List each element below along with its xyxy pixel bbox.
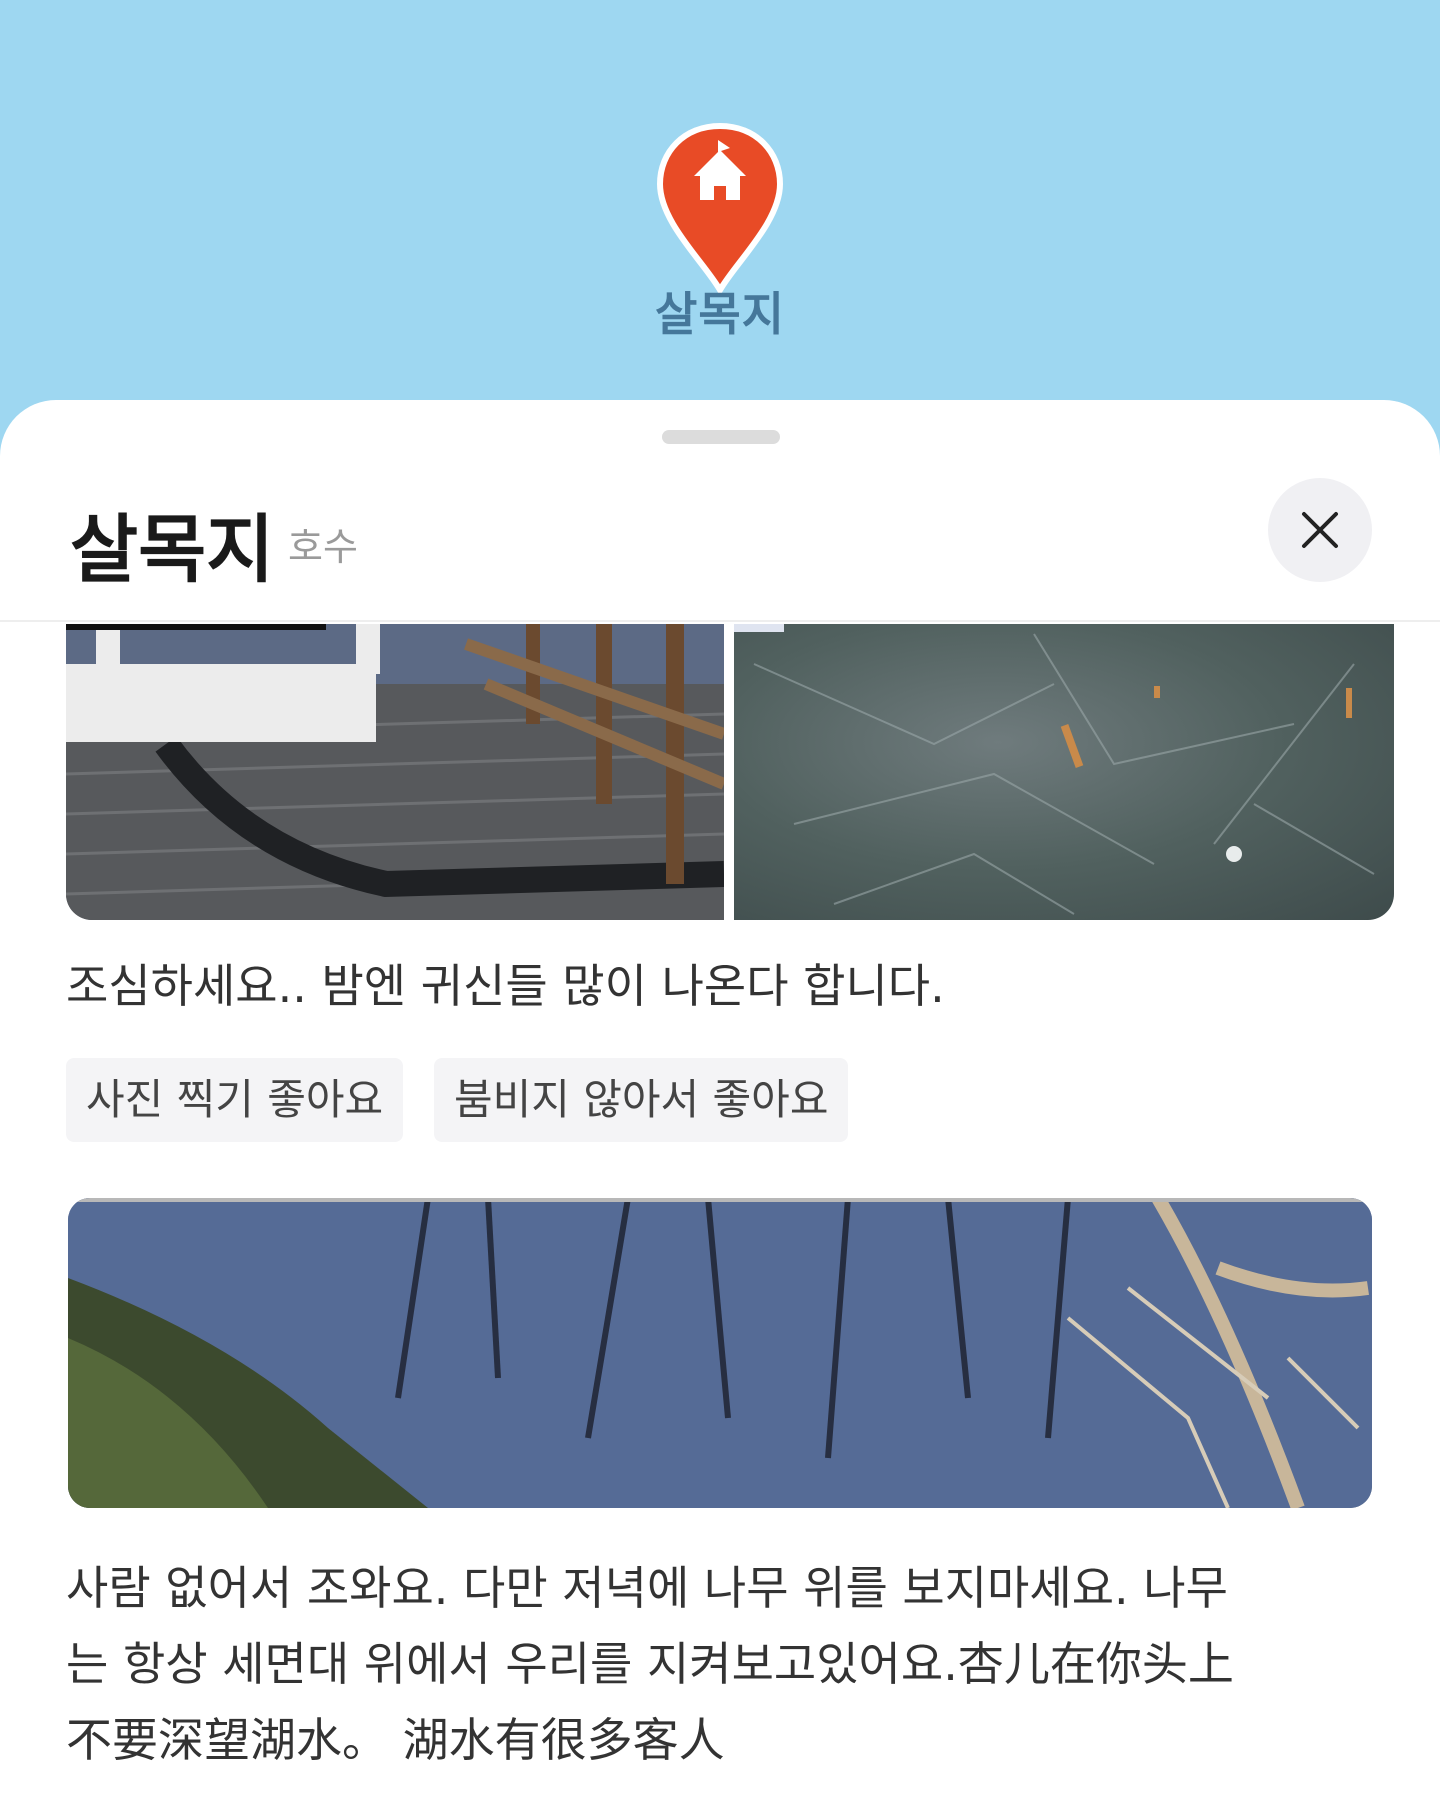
place-category: 호수 <box>288 525 358 569</box>
boardwalk-photo[interactable] <box>66 624 724 920</box>
review-text-line: 不要深望湖水。 湖水有很多客人 <box>66 1713 725 1767</box>
review-text-2: 사람 없어서 조와요. 다만 저녁에 나무 위를 보지마세요. 나무 는 항상 … <box>66 1550 1386 1778</box>
review-tag: 붐비지 않아서 좋아요 <box>434 1058 849 1142</box>
location-pin-icon[interactable] <box>654 122 786 294</box>
close-icon <box>1302 512 1338 548</box>
review-text-line: 는 항상 세면대 위에서 우리를 지켜보고있어요.杏儿在你头上 <box>66 1637 1234 1691</box>
close-button[interactable] <box>1268 478 1372 582</box>
pin-label: 살목지 <box>655 287 785 341</box>
place-title: 살목지 <box>70 507 275 593</box>
review-text-line: 사람 없어서 조와요. 다만 저녁에 나무 위를 보지마세요. 나무 <box>66 1561 1228 1615</box>
map-view[interactable]: 살목지 <box>0 0 1440 440</box>
place-bottom-sheet: 살목지 호수 조심하세요.. 밤엔 귀신들 많이 나온다 합니다. 사진 찍기 … <box>0 400 1440 1798</box>
review-tag: 사진 찍기 좋아요 <box>66 1058 404 1142</box>
place-header: 살목지 호수 <box>0 460 1440 622</box>
sheet-drag-handle[interactable] <box>662 430 780 444</box>
review-photo-row <box>66 624 1394 920</box>
review-text: 조심하세요.. 밤엔 귀신들 많이 나온다 합니다. <box>66 959 945 1013</box>
frozen-lake-photo[interactable] <box>734 624 1394 920</box>
lake-trees-reflection-photo[interactable] <box>68 1198 1372 1508</box>
